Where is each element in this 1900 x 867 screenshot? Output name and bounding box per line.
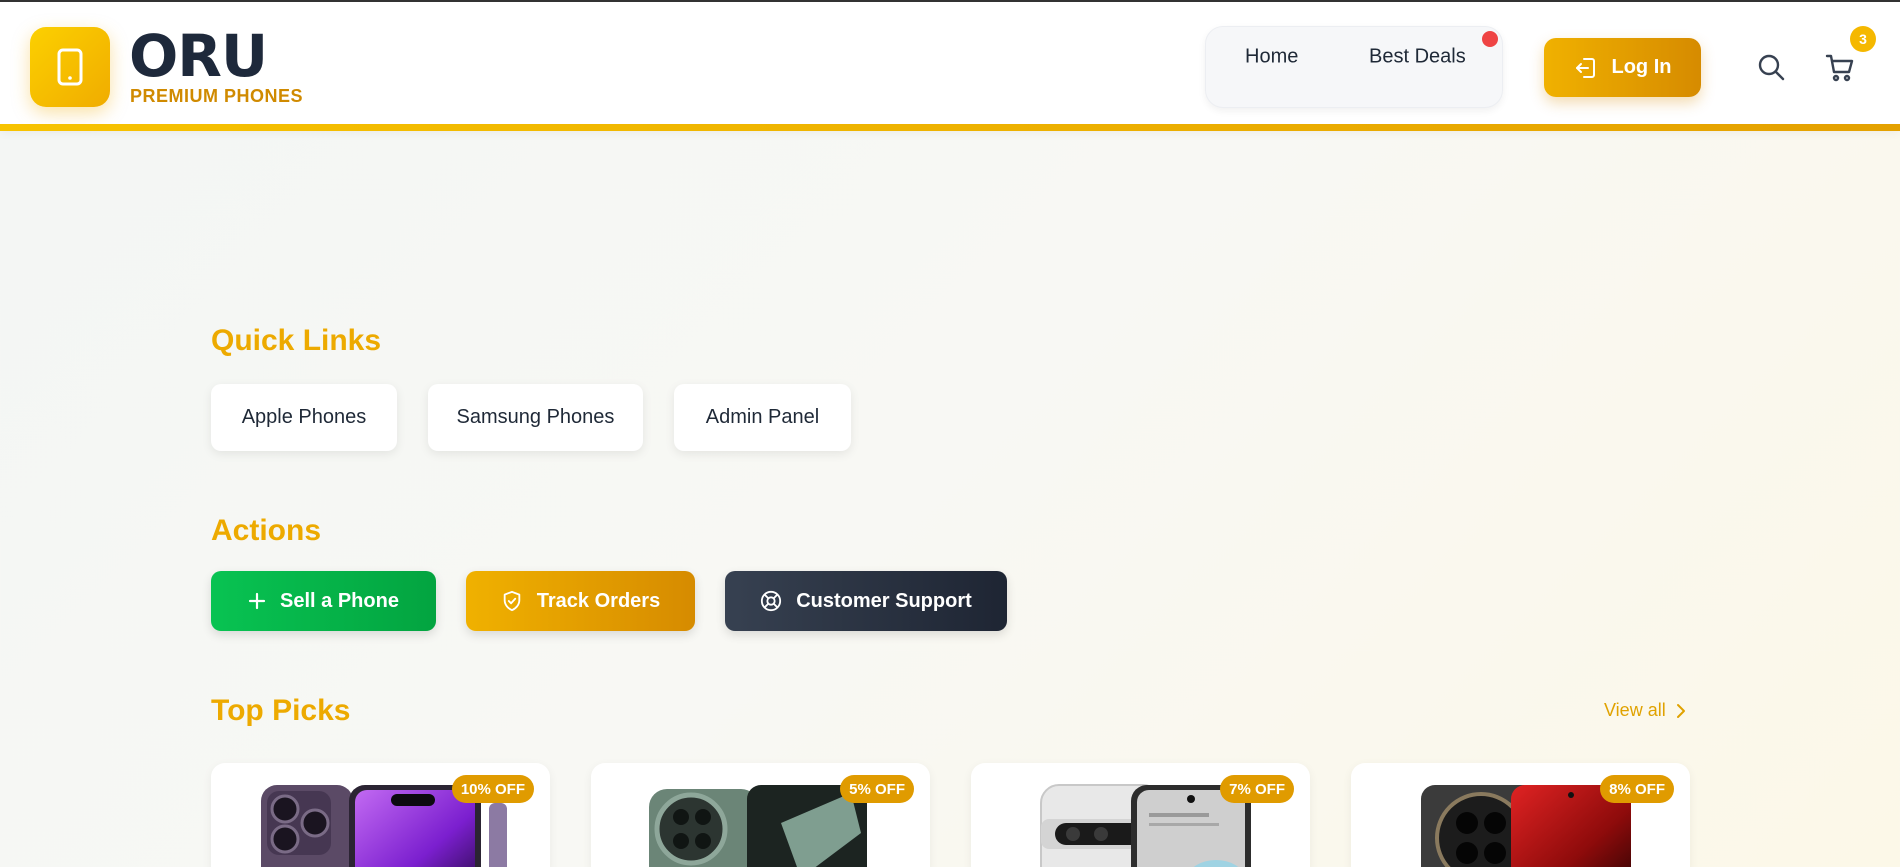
product-card[interactable]: 7% OFF [971,763,1310,867]
discount-badge: 8% OFF [1600,775,1674,803]
quick-link-admin-panel[interactable]: Admin Panel [674,384,851,451]
shield-check-icon [503,590,521,612]
discount-badge: 10% OFF [451,775,534,803]
actions-title: Actions [211,514,322,547]
login-button[interactable]: Log In [1544,38,1701,97]
brand-tagline: PREMIUM PHONES [130,86,304,106]
top-picks-title: Top Picks [211,694,351,727]
cart-icon[interactable] [1825,53,1855,83]
site-header: ORU PREMIUM PHONES Home Best Deals Log I… [0,0,1900,131]
discount-badge: 5% OFF [840,775,914,803]
notification-dot [1482,31,1498,47]
chevron-right-icon [1676,703,1685,718]
search-icon[interactable] [1757,53,1785,81]
login-icon [1575,57,1595,78]
login-label: Log In [1611,56,1672,78]
quick-link-apple-phones[interactable]: Apple Phones [211,384,397,451]
track-orders-button[interactable]: Track Orders [466,571,695,631]
cart-count-badge: 3 [1850,26,1876,52]
track-orders-label: Track Orders [536,589,661,612]
lifebuoy-icon [761,590,782,612]
product-card[interactable]: 5% OFF [591,763,930,867]
quick-link-samsung-phones[interactable]: Samsung Phones [428,384,643,451]
view-all-link[interactable]: View all [1604,700,1686,721]
quick-links-title: Quick Links [211,324,382,357]
product-card[interactable]: 10% OFF [211,763,550,867]
sell-phone-button[interactable]: Sell a Phone [211,571,436,631]
discount-badge: 7% OFF [1220,775,1294,803]
customer-support-button[interactable]: Customer Support [725,571,1007,631]
plus-icon [248,592,266,610]
product-card[interactable]: 8% OFF [1351,763,1690,867]
phone-logo-icon[interactable] [30,27,110,107]
view-all-label: View all [1604,700,1666,720]
sell-phone-label: Sell a Phone [280,589,399,612]
customer-support-label: Customer Support [796,589,972,612]
header-accent-bar [0,124,1900,131]
brand-name[interactable]: ORU [129,24,268,88]
nav-home[interactable]: Home [1245,46,1298,69]
nav-best-deals[interactable]: Best Deals [1369,46,1466,69]
